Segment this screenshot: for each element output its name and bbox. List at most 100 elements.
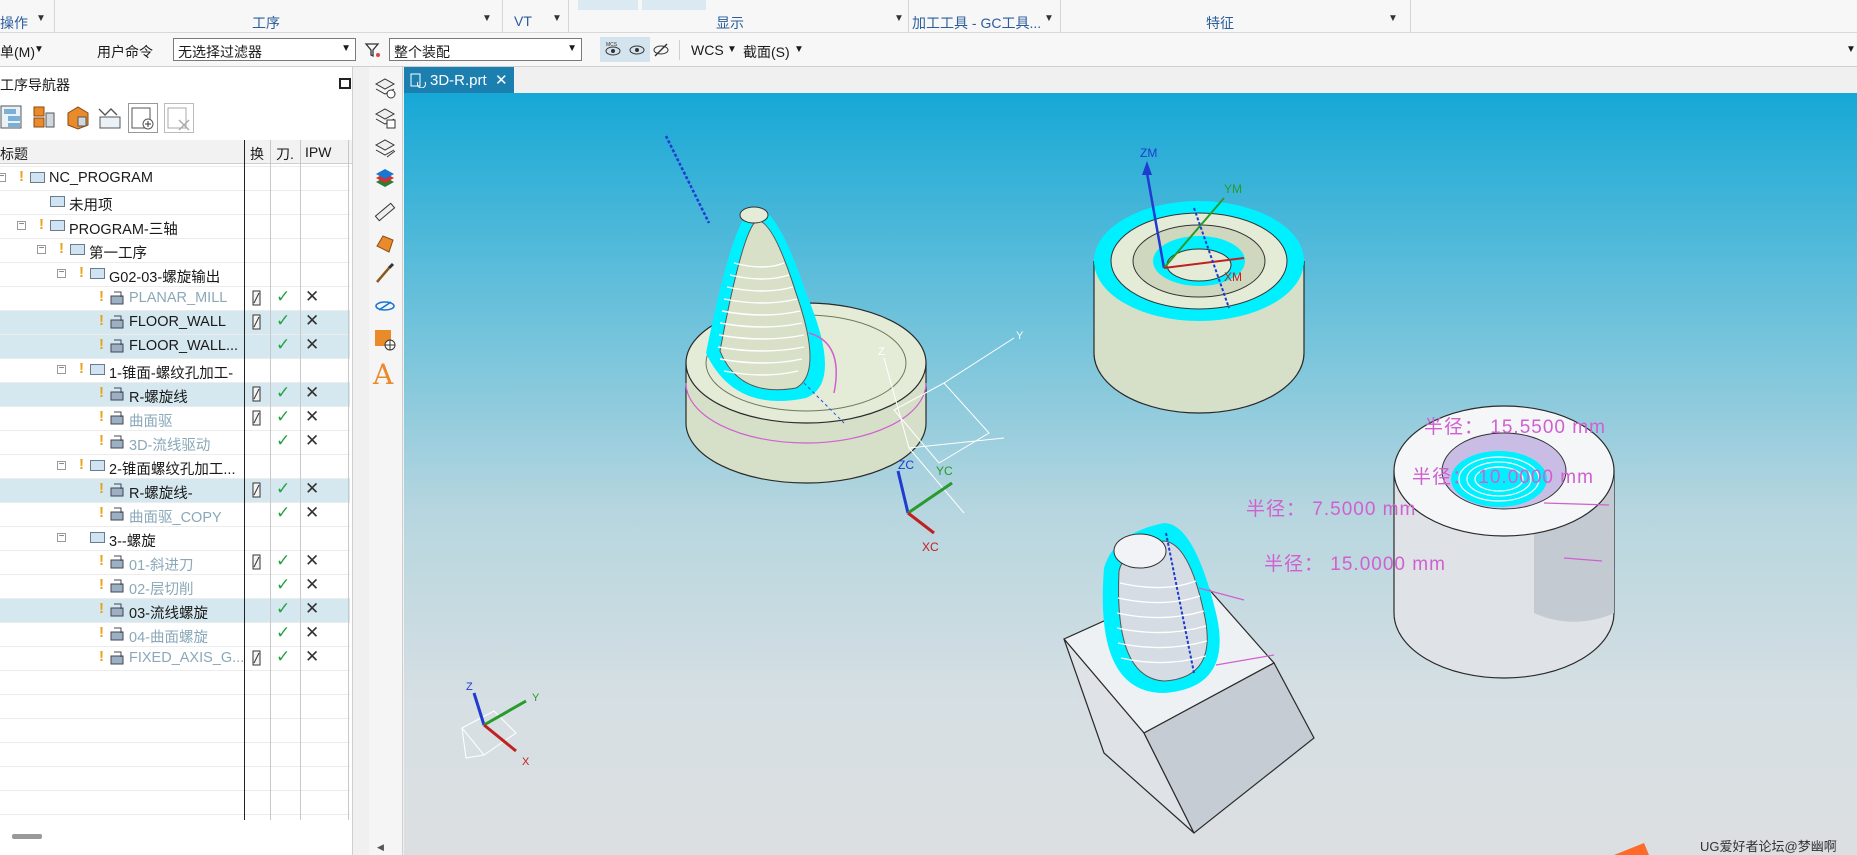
column-header-ipw[interactable]: IPW bbox=[305, 144, 331, 160]
status-corner-marker bbox=[1614, 843, 1649, 855]
wcs-y-label: Y bbox=[1016, 330, 1024, 342]
ring-part[interactable]: ZM YM XM bbox=[1093, 146, 1305, 414]
machining-method-view-icon[interactable] bbox=[96, 103, 124, 131]
material-icon[interactable] bbox=[373, 232, 397, 256]
tree-row[interactable]: ! 曲面驱 ✓ ✕ bbox=[0, 406, 350, 430]
folder-icon bbox=[50, 220, 65, 231]
tree-row[interactable]: ! FIXED_AXIS_G... ✓ ✕ bbox=[0, 646, 350, 670]
ribbon-group-operations[interactable]: 操作 ▼ bbox=[0, 0, 52, 32]
warning-icon: ! bbox=[99, 600, 104, 617]
collapse-icon[interactable]: − bbox=[57, 268, 66, 278]
check-icon: ✓ bbox=[276, 647, 291, 666]
collapse-icon[interactable]: − bbox=[57, 532, 66, 542]
program-order-view-icon[interactable] bbox=[0, 103, 28, 131]
folder-icon bbox=[90, 532, 105, 543]
chevron-down-icon: ▼ bbox=[894, 13, 904, 24]
tree-row[interactable]: −! PROGRAM-三轴 bbox=[0, 214, 350, 238]
close-icon[interactable]: ✕ bbox=[495, 71, 508, 89]
tree-row-label: R-螺旋线- bbox=[129, 486, 193, 502]
tree-row[interactable]: − 3--螺旋 bbox=[0, 526, 350, 550]
snap-point-icon[interactable] bbox=[373, 328, 397, 352]
tree-row[interactable]: ! 曲面驱_COPY ✓ ✕ bbox=[0, 502, 350, 526]
mcs-display-icon[interactable]: MCS bbox=[604, 41, 622, 59]
tool-change-icon bbox=[252, 386, 261, 402]
view-triad[interactable]: Z Y X bbox=[461, 681, 540, 768]
create-operation-icon[interactable] bbox=[128, 103, 158, 133]
chevron-down-icon[interactable]: ▼ bbox=[727, 44, 737, 55]
collapse-icon[interactable]: − bbox=[57, 460, 66, 470]
selection-filter-select[interactable]: 无选择过滤器 ▼ bbox=[173, 38, 356, 61]
dimension-radius-2[interactable]: 半径： 10.0000 mm bbox=[1412, 466, 1594, 488]
user-command-button[interactable]: 用户命令 bbox=[97, 42, 153, 62]
tree-row[interactable]: ! 04-曲面螺旋 ✓ ✕ bbox=[0, 622, 350, 646]
horizontal-scrollbar[interactable] bbox=[12, 834, 42, 839]
section-button[interactable]: 截面(S) bbox=[743, 42, 790, 62]
ribbon-group-machining-tools[interactable]: 加工工具 - GC工具... ▼ bbox=[912, 0, 1058, 32]
collapse-icon[interactable]: − bbox=[0, 172, 6, 182]
tree-row-label: 04-曲面螺旋 bbox=[129, 630, 208, 646]
column-header-title[interactable]: 标题 bbox=[0, 144, 28, 164]
ribbon-group-features[interactable]: 特征 ▼ bbox=[1062, 0, 1408, 32]
tree-row[interactable]: ! 03-流线螺旋 ✓ ✕ bbox=[0, 598, 350, 622]
operation-icon bbox=[110, 603, 124, 617]
chevron-down-icon: ▼ bbox=[1044, 13, 1054, 24]
tube-part[interactable] bbox=[1393, 405, 1615, 679]
cone-part[interactable] bbox=[664, 135, 927, 484]
tree-row[interactable]: ! FLOOR_WALL... ✓ ✕ bbox=[0, 334, 350, 358]
collapse-icon[interactable]: − bbox=[17, 220, 26, 230]
view-orient-icon[interactable] bbox=[373, 294, 397, 318]
chevron-down-icon[interactable]: ▼ bbox=[1846, 44, 1856, 55]
maximize-icon[interactable] bbox=[339, 78, 351, 89]
tree-row[interactable]: −! 2-锥面螺纹孔加工... bbox=[0, 454, 350, 478]
row-gridline bbox=[0, 526, 350, 527]
part-navigator-icon[interactable] bbox=[373, 76, 397, 100]
tree-row[interactable]: −! NC_PROGRAM bbox=[0, 166, 350, 190]
assembly-navigator-icon[interactable] bbox=[373, 106, 397, 130]
delete-operation-icon[interactable] bbox=[164, 103, 194, 133]
constraint-navigator-icon[interactable] bbox=[373, 137, 397, 161]
tree-row[interactable]: ! 02-层切削 ✓ ✕ bbox=[0, 574, 350, 598]
hide-icon[interactable] bbox=[652, 41, 670, 59]
row-gridline bbox=[0, 166, 350, 167]
wcs-button[interactable]: WCS bbox=[691, 42, 724, 58]
tree-row[interactable]: −! G02-03-螺旋输出 bbox=[0, 262, 350, 286]
menu-button[interactable]: 单(M) bbox=[0, 42, 35, 62]
collapse-icon[interactable]: − bbox=[57, 364, 66, 374]
eye-icon[interactable] bbox=[628, 41, 646, 59]
tree-row[interactable]: ! R-螺旋线 ✓ ✕ bbox=[0, 382, 350, 406]
ruler-icon[interactable] bbox=[373, 200, 397, 224]
chevron-down-icon[interactable]: ▼ bbox=[794, 44, 804, 55]
assembly-scope-select[interactable]: 整个装配 ▼ bbox=[389, 38, 582, 61]
tree-row[interactable]: −! 第一工序 bbox=[0, 238, 350, 262]
chevron-down-icon[interactable]: ▼ bbox=[34, 44, 44, 55]
machine-tool-view-icon[interactable] bbox=[30, 103, 58, 131]
ribbon-group-display[interactable]: 显示 ▼ bbox=[570, 0, 906, 32]
warning-icon: ! bbox=[99, 408, 104, 425]
tree-row[interactable]: ! 01-斜进刀 ✓ ✕ bbox=[0, 550, 350, 574]
graphics-viewport[interactable]: ZM YM XM ZC YC XC Z Y 半径： 15.5500 mm 半径：… bbox=[404, 93, 1857, 855]
tree-row[interactable]: ! R-螺旋线- ✓ ✕ bbox=[0, 478, 350, 502]
collapse-icon[interactable]: − bbox=[37, 244, 46, 254]
brush-icon[interactable] bbox=[373, 262, 397, 286]
filter-icon[interactable] bbox=[364, 41, 382, 59]
dimension-radius-1[interactable]: 半径： 15.5500 mm bbox=[1424, 416, 1606, 438]
column-header-tool-change[interactable]: 换 bbox=[250, 144, 264, 164]
ipw-status-icon: ✕ bbox=[305, 623, 320, 642]
row-gridline bbox=[0, 286, 350, 287]
tree-row[interactable]: ! 3D-流线驱动 ✓ ✕ bbox=[0, 430, 350, 454]
tree-row[interactable]: 未用项 bbox=[0, 190, 350, 214]
row-gridline bbox=[0, 454, 350, 455]
tree-row[interactable]: −! 1-锥面-螺纹孔加工- bbox=[0, 358, 350, 382]
collapse-arrow-icon[interactable]: ◀ bbox=[377, 842, 384, 853]
column-header-toolpath[interactable]: 刀. bbox=[276, 144, 294, 164]
tree-row-label: 03-流线螺旋 bbox=[129, 606, 208, 622]
text-annotation-icon[interactable]: A bbox=[373, 358, 393, 391]
layers-icon[interactable] bbox=[373, 168, 397, 192]
geometry-view-icon[interactable] bbox=[64, 103, 92, 131]
ribbon-group-vt[interactable]: VT ▼ bbox=[504, 0, 564, 32]
dimension-radius-3[interactable]: 半径： 7.5000 mm bbox=[1246, 498, 1416, 520]
dimension-radius-4[interactable]: 半径： 15.0000 mm bbox=[1264, 553, 1446, 575]
tree-row[interactable]: ! FLOOR_WALL ✓ ✕ bbox=[0, 310, 350, 334]
tree-row[interactable]: ! PLANAR_MILL ✓ ✕ bbox=[0, 286, 350, 310]
ribbon-group-process[interactable]: 工序 ▼ bbox=[56, 0, 496, 32]
